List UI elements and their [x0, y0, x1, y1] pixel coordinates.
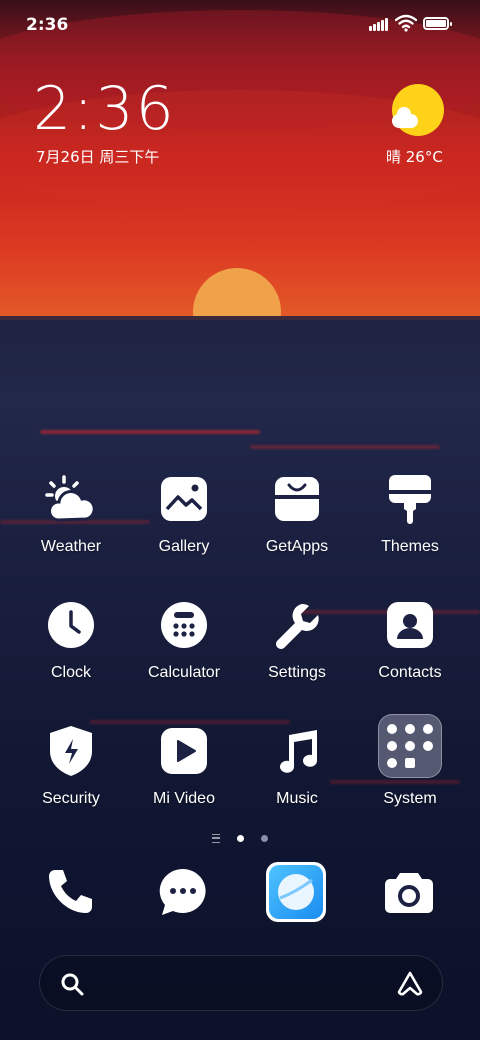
weather-icon: [42, 470, 100, 528]
dock-phone[interactable]: [40, 862, 100, 922]
battery-level: [426, 20, 446, 27]
search-icon: [61, 973, 84, 996]
sunset-sun: [193, 268, 281, 318]
page-dot-active[interactable]: [237, 835, 244, 842]
security-icon: [42, 722, 100, 780]
app-label: Themes: [381, 538, 439, 555]
app-calculator[interactable]: Calculator: [129, 596, 239, 682]
app-themes[interactable]: Themes: [355, 470, 465, 556]
app-label: Settings: [268, 664, 326, 681]
app-clock[interactable]: Clock: [16, 596, 126, 682]
sun-cloud-icon[interactable]: [392, 84, 444, 136]
app-label: Gallery: [158, 538, 210, 555]
wave-reflection: [250, 445, 440, 449]
app-system-folder[interactable]: System: [355, 713, 465, 808]
page-dot[interactable]: [261, 835, 269, 842]
phone-icon: [49, 870, 92, 913]
app-label: Clock: [50, 664, 91, 681]
status-time: 2:36: [26, 15, 69, 35]
widget-clock[interactable]: 2:36: [33, 76, 176, 142]
page-indicator[interactable]: [0, 828, 480, 847]
app-label: Mi Video: [153, 790, 215, 807]
home-screen: 2:36 2:36 7月26日 周三下午 晴 26°C Weather Gall…: [0, 0, 480, 1040]
app-label: System: [383, 790, 437, 807]
wifi-icon: [395, 14, 417, 32]
app-mi-video[interactable]: Mi Video: [129, 722, 239, 808]
dock-browser[interactable]: [266, 862, 326, 922]
getapps-icon: [268, 470, 326, 528]
signal-icon: [369, 17, 391, 31]
widget-date: 7月26日 周三下午: [36, 148, 160, 166]
dock-messages[interactable]: [153, 862, 213, 922]
search-bar[interactable]: [39, 955, 443, 1011]
app-label: GetApps: [265, 538, 329, 555]
app-label: Contacts: [378, 664, 442, 681]
settings-icon: [268, 596, 326, 654]
app-gallery[interactable]: Gallery: [129, 470, 239, 556]
dock-camera[interactable]: [379, 862, 439, 922]
camera-icon: [385, 873, 433, 913]
themes-icon: [381, 470, 439, 528]
status-bar: 2:36: [0, 0, 480, 50]
assistant-icon[interactable]: [396, 970, 424, 996]
app-security[interactable]: Security: [16, 722, 126, 808]
app-contacts[interactable]: Contacts: [355, 596, 465, 682]
menu-lines-icon: [211, 834, 220, 843]
app-label: Calculator: [147, 664, 221, 681]
app-weather[interactable]: Weather: [16, 470, 126, 556]
app-getapps[interactable]: GetApps: [242, 470, 352, 556]
contacts-icon: [381, 596, 439, 654]
messages-icon: [159, 868, 206, 915]
widget-weather: 晴 26°C: [386, 148, 443, 166]
app-settings[interactable]: Settings: [242, 596, 352, 682]
clock-icon: [42, 596, 100, 654]
app-label: Music: [276, 790, 318, 807]
app-label: Security: [42, 790, 100, 807]
app-label: Weather: [40, 538, 102, 555]
calculator-icon: [155, 596, 213, 654]
music-icon: [268, 722, 326, 780]
gallery-icon: [155, 470, 213, 528]
browser-icon: [266, 862, 326, 922]
app-music[interactable]: Music: [242, 722, 352, 808]
system-folder-icon: [377, 713, 443, 779]
horizon-line: [0, 316, 480, 320]
mi-video-icon: [155, 722, 213, 780]
battery-icon: [423, 17, 452, 30]
wave-reflection: [40, 430, 260, 434]
